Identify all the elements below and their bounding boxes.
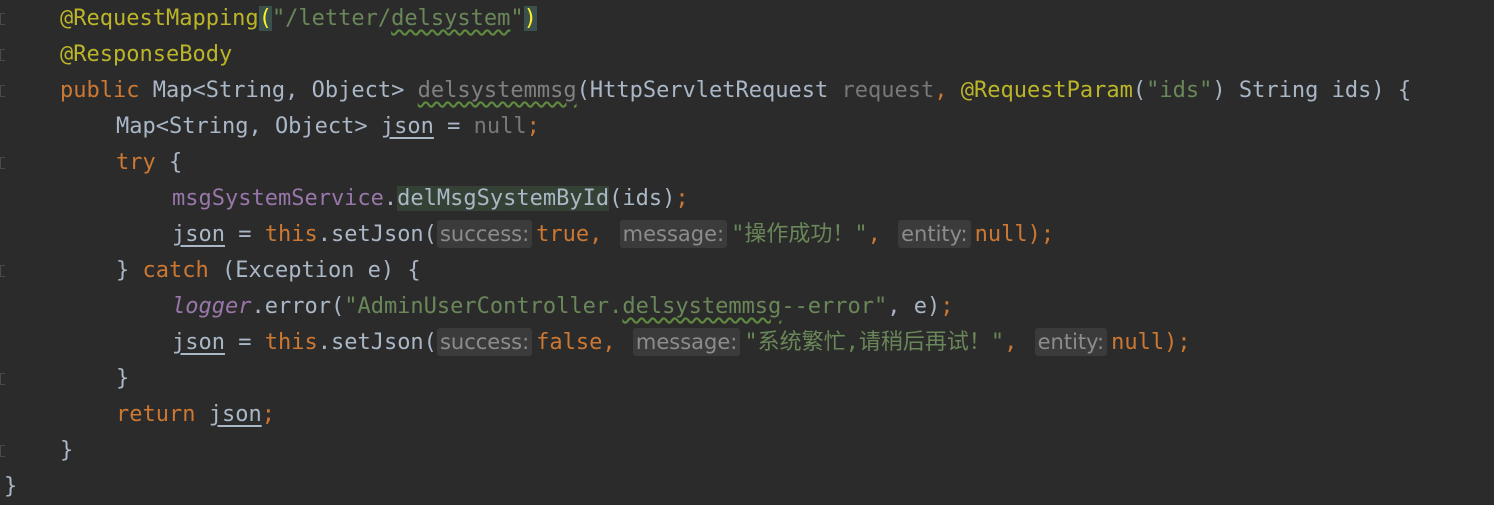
null-literal: null <box>1111 330 1165 355</box>
code-line[interactable]: logger.error("AdminUserController.delsys… <box>172 289 954 325</box>
semicolon: ; <box>526 114 540 139</box>
code-line[interactable]: json = this.setJson(success: false, messa… <box>172 325 1191 361</box>
paren-open: ( <box>258 6 272 31</box>
fold-marker[interactable] <box>0 265 5 277</box>
fold-marker[interactable] <box>0 49 5 61</box>
method-call: .setJson( <box>317 330 437 355</box>
param-hint: success: <box>436 220 533 248</box>
comma: , <box>934 78 961 103</box>
string-literal: "AdminUserController. <box>344 294 623 319</box>
brace: } <box>116 366 130 391</box>
code-line[interactable]: return json; <box>116 397 275 433</box>
fold-marker[interactable] <box>0 445 5 457</box>
unused-param: request <box>841 78 935 103</box>
paren: ( <box>1132 78 1147 103</box>
param-rest: ) String ids) { <box>1212 78 1412 103</box>
string-literal-typo: delsystem <box>391 6 511 31</box>
string-literal: --error" <box>781 294 888 319</box>
param-hint: success: <box>436 328 533 356</box>
keyword: catch <box>142 258 209 283</box>
string-literal: "/letter/ <box>271 6 392 31</box>
method-call-highlighted: delMsgSystemById <box>397 186 610 211</box>
bool-literal: true <box>536 222 590 247</box>
bool-literal: false <box>536 330 603 355</box>
semicolon: ; <box>675 186 689 211</box>
brace: } <box>116 258 143 283</box>
dot: . <box>383 186 398 211</box>
code-line[interactable]: } catch (Exception e) { <box>116 253 421 289</box>
semicolon: ; <box>940 294 954 319</box>
variable: json <box>172 222 225 247</box>
args: (ids) <box>609 186 676 211</box>
comma: , <box>867 222 881 247</box>
variable: json <box>208 402 262 427</box>
variable: json <box>380 114 434 139</box>
param-hint: message: <box>619 220 728 248</box>
keyword: try <box>116 150 156 175</box>
statement-end: ); <box>1027 222 1055 247</box>
fold-marker[interactable] <box>0 13 5 25</box>
method-name: delsystemmsg <box>417 78 577 103</box>
annotation: @ResponseBody <box>60 42 233 67</box>
code-line[interactable]: } <box>116 361 129 397</box>
code-line[interactable]: public Map<String, Object> delsystemmsg(… <box>60 73 1411 109</box>
code-editor[interactable]: @RequestMapping("/letter/delsystem") @Re… <box>0 0 1494 499</box>
param-hint: message: <box>632 328 741 356</box>
code-line[interactable]: msgSystemService.delMsgSystemById(ids); <box>172 181 689 217</box>
type: Map<String, Object> <box>139 78 418 103</box>
operator: = <box>433 114 474 139</box>
param-hint: entity: <box>898 220 971 248</box>
param-type: (HttpServletRequest <box>576 78 842 103</box>
string-literal: "系统繁忙,请稍后再试！" <box>744 330 1005 355</box>
brace: { <box>155 150 183 175</box>
keyword: this <box>264 330 318 355</box>
comma: , <box>1004 330 1018 355</box>
fold-marker[interactable] <box>0 373 5 385</box>
annotation: @RequestMapping <box>60 6 259 31</box>
operator: = <box>224 222 265 247</box>
code-line[interactable]: } <box>60 433 73 469</box>
code-line[interactable]: json = this.setJson(success: true, messag… <box>172 217 1054 253</box>
operator: = <box>224 330 265 355</box>
annotation: @RequestParam <box>960 78 1133 103</box>
null-literal: null <box>473 114 527 139</box>
code-line[interactable]: try { <box>116 145 182 181</box>
keyword: this <box>264 222 318 247</box>
paren-close: ) <box>523 6 537 31</box>
code-line[interactable]: Map<String, Object> json = null; <box>116 109 540 145</box>
logger-field: logger <box>172 294 252 319</box>
param-hint: entity: <box>1034 328 1108 356</box>
string-literal: "操作成功！" <box>731 222 868 247</box>
method-call: .setJson( <box>317 222 437 247</box>
keyword: return <box>116 402 196 427</box>
string-literal-typo: delsystemmsg <box>622 294 782 319</box>
null-literal: null <box>974 222 1028 247</box>
fold-marker[interactable] <box>0 85 5 97</box>
keyword: public <box>60 78 140 103</box>
args: , e) <box>887 294 941 319</box>
code-line[interactable]: @ResponseBody <box>60 37 232 73</box>
comma: , <box>589 222 603 247</box>
code-line[interactable]: @RequestMapping("/letter/delsystem") <box>60 1 537 37</box>
field: msgSystemService <box>172 186 384 211</box>
catch-clause: (Exception e) { <box>208 258 421 283</box>
comma: , <box>602 330 616 355</box>
code-line[interactable]: } <box>4 469 17 505</box>
brace: } <box>4 474 18 499</box>
method-call: .error( <box>251 294 345 319</box>
type: Map<String, Object> <box>116 114 381 139</box>
fold-marker[interactable] <box>0 157 5 169</box>
variable: json <box>172 330 225 355</box>
semicolon: ; <box>261 402 275 427</box>
string-literal: "ids" <box>1146 78 1213 103</box>
statement-end: ); <box>1164 330 1191 355</box>
brace: } <box>60 438 74 463</box>
string-literal: " <box>510 6 524 31</box>
